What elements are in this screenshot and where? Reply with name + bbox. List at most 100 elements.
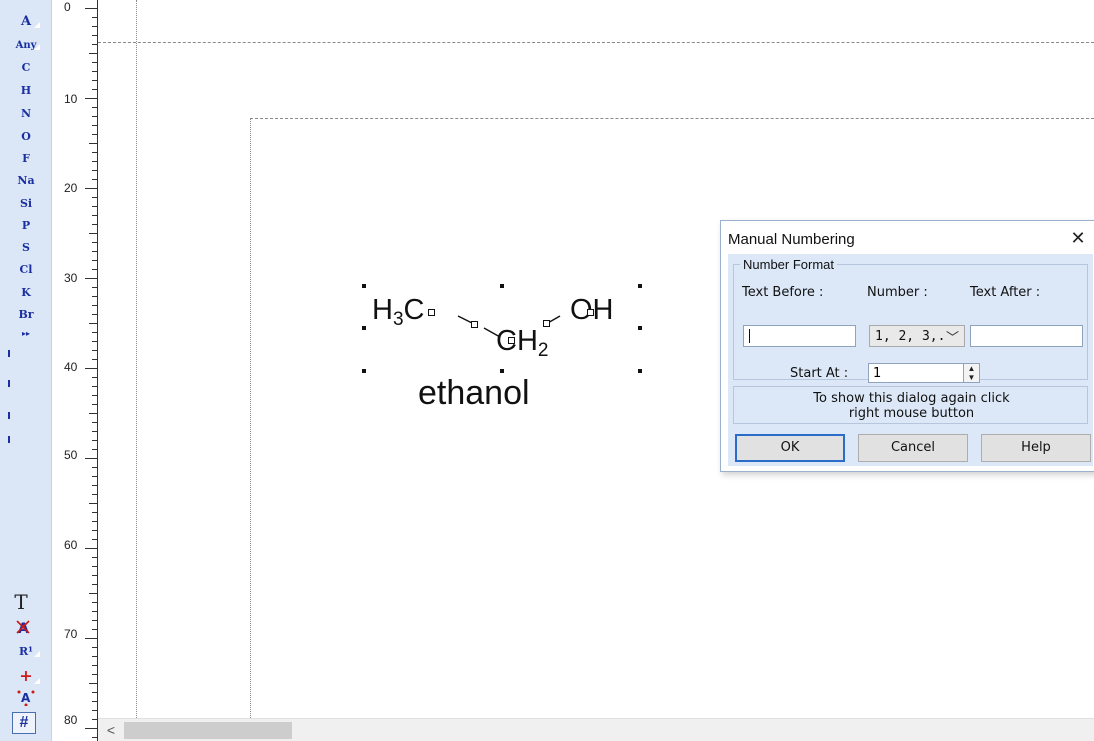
atom-button-n[interactable]: N bbox=[8, 107, 44, 120]
number-label: Number : bbox=[867, 285, 928, 300]
text-after-input[interactable] bbox=[970, 325, 1083, 347]
ruler-tick bbox=[89, 143, 97, 144]
atom-button-h[interactable]: H bbox=[8, 84, 44, 97]
atom-button-s[interactable]: S bbox=[8, 241, 44, 254]
ruler-tick bbox=[85, 8, 97, 9]
ruler-tick bbox=[92, 440, 97, 441]
ruler-tick bbox=[92, 431, 97, 432]
text-tool-button[interactable]: T bbox=[10, 590, 32, 614]
manual-numbering-button[interactable]: # bbox=[12, 712, 36, 734]
cancel-button[interactable]: Cancel bbox=[858, 434, 968, 462]
ruler-label: 50 bbox=[64, 448, 78, 462]
ruler-tick bbox=[92, 44, 97, 45]
ruler-tick bbox=[92, 584, 97, 585]
atom-map-icon[interactable]: A bbox=[6, 618, 42, 639]
atom-button-o[interactable]: O bbox=[8, 130, 44, 143]
ruler-tick bbox=[85, 98, 97, 99]
ruler-tick bbox=[92, 611, 97, 612]
atom-button-a[interactable]: A bbox=[8, 14, 44, 29]
atom-button-si[interactable]: Si bbox=[8, 197, 44, 210]
atom-number-marker[interactable] bbox=[428, 309, 435, 316]
toolbar-separator bbox=[8, 412, 10, 419]
ruler-tick bbox=[92, 35, 97, 36]
ruler-tick bbox=[89, 413, 97, 414]
ruler-label: 40 bbox=[64, 360, 78, 374]
help-button[interactable]: Help bbox=[981, 434, 1091, 462]
ruler-tick bbox=[85, 728, 97, 729]
r-group-button[interactable]: R¹ bbox=[8, 645, 44, 658]
ruler-tick bbox=[92, 314, 97, 315]
bond-number-marker[interactable] bbox=[471, 321, 478, 328]
ruler-tick bbox=[89, 683, 97, 684]
ruler-tick bbox=[92, 17, 97, 18]
atom-label-icon[interactable]: A bbox=[8, 688, 44, 709]
svg-text:A: A bbox=[21, 691, 31, 705]
ruler-tick bbox=[92, 80, 97, 81]
atom-button-c[interactable]: C bbox=[8, 61, 44, 74]
text-before-label: Text Before : bbox=[742, 285, 824, 300]
ruler-tick bbox=[92, 494, 97, 495]
more-atoms-arrow-icon[interactable]: ▸▸ bbox=[8, 328, 44, 338]
ruler-tick bbox=[85, 458, 97, 459]
charge-plus-button[interactable]: + bbox=[8, 666, 44, 685]
ruler-tick bbox=[92, 656, 97, 657]
toolbar-separator bbox=[8, 350, 10, 357]
start-at-value: 1 bbox=[873, 366, 882, 381]
start-at-spinner[interactable]: 1 ▲ ▼ bbox=[868, 363, 980, 383]
bond-number-marker[interactable] bbox=[543, 320, 550, 327]
number-format-select[interactable]: 1, 2, 3,. ﹀ bbox=[869, 325, 965, 347]
ruler-tick bbox=[92, 125, 97, 126]
ruler-tick bbox=[92, 197, 97, 198]
dialog-body: Number Format Text Before : Number : Tex… bbox=[728, 254, 1093, 466]
atom-map-icon: A bbox=[16, 620, 30, 637]
atom-button-k[interactable]: K bbox=[8, 286, 44, 299]
spinner-arrows-icon[interactable]: ▲ ▼ bbox=[963, 364, 979, 382]
page-border-line bbox=[250, 118, 251, 718]
ruler-tick bbox=[85, 368, 97, 369]
ruler-tick bbox=[89, 53, 97, 54]
ruler-label: 10 bbox=[64, 92, 78, 106]
ruler-tick bbox=[92, 530, 97, 531]
ruler-tick bbox=[92, 566, 97, 567]
ruler-tick bbox=[92, 539, 97, 540]
ruler-tick bbox=[92, 260, 97, 261]
close-icon[interactable]: ✕ bbox=[1067, 227, 1089, 249]
ruler-tick bbox=[92, 359, 97, 360]
ruler-tick bbox=[92, 629, 97, 630]
ruler-tick bbox=[89, 233, 97, 234]
ruler-tick bbox=[92, 62, 97, 63]
atom-number-marker[interactable] bbox=[587, 309, 594, 316]
atom-button-f[interactable]: F bbox=[8, 152, 44, 165]
atom-toolbar: A Any C H N O F Na Si P S Cl K Br ▸▸ T A… bbox=[0, 0, 52, 741]
horizontal-scrollbar[interactable]: < bbox=[98, 718, 1094, 741]
scroll-left-arrow[interactable]: < bbox=[102, 721, 120, 739]
ruler-tick bbox=[92, 665, 97, 666]
ruler-tick bbox=[89, 593, 97, 594]
scrollbar-thumb[interactable] bbox=[124, 722, 292, 739]
atom-button-any[interactable]: Any bbox=[8, 40, 44, 51]
ruler-tick bbox=[92, 215, 97, 216]
atom-button-cl[interactable]: Cl bbox=[8, 263, 44, 276]
ruler-tick bbox=[92, 647, 97, 648]
atom-button-na[interactable]: Na bbox=[8, 174, 44, 187]
atom-label-icon: A bbox=[17, 690, 35, 707]
text-before-input[interactable] bbox=[743, 325, 856, 347]
ruler-tick bbox=[92, 575, 97, 576]
text-cursor bbox=[749, 329, 750, 343]
ruler-tick bbox=[92, 422, 97, 423]
ruler-tick bbox=[85, 638, 97, 639]
ruler-tick bbox=[92, 620, 97, 621]
ruler-tick bbox=[92, 602, 97, 603]
ruler-tick bbox=[92, 557, 97, 558]
toolbar-separator bbox=[8, 380, 10, 387]
atom-button-p[interactable]: P bbox=[8, 219, 44, 232]
info-line: To show this dialog again click bbox=[813, 391, 1010, 406]
ruler-tick bbox=[92, 476, 97, 477]
ruler-tick bbox=[92, 386, 97, 387]
molecule-name-label[interactable]: ethanol bbox=[418, 374, 530, 413]
atom-number-marker[interactable] bbox=[508, 337, 515, 344]
ruler-tick bbox=[92, 89, 97, 90]
ruler-tick bbox=[92, 485, 97, 486]
ok-button[interactable]: OK bbox=[735, 434, 845, 462]
atom-button-br[interactable]: Br bbox=[8, 308, 44, 321]
